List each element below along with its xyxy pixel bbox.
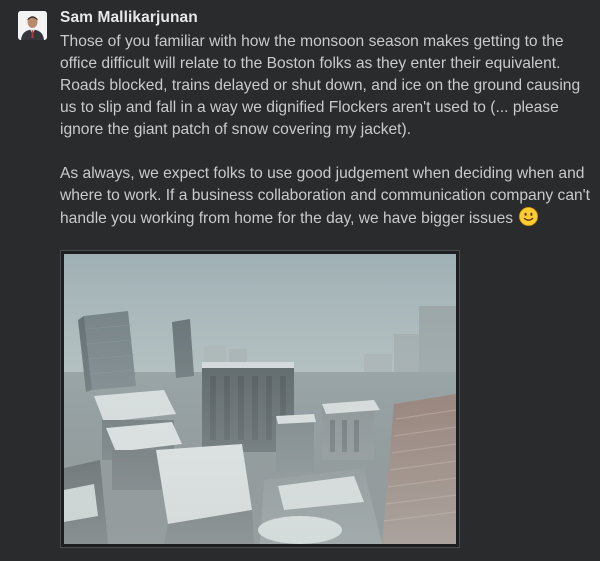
snowy-city-skyline-photo — [64, 254, 456, 544]
user-avatar-icon — [18, 11, 47, 40]
message-paragraph: As always, we expect folks to use good j… — [60, 163, 595, 230]
message-paragraph-text: As always, we expect folks to use good j… — [60, 165, 590, 227]
message-paragraph: Those of you familiar with how the monso… — [60, 33, 581, 138]
image-attachment[interactable] — [60, 250, 460, 548]
message-body: Those of you familiar with how the monso… — [60, 31, 595, 274]
chat-message: Sam Mallikarjunan Those of you familiar … — [0, 0, 600, 561]
avatar[interactable] — [18, 11, 47, 40]
message-author[interactable]: Sam Mallikarjunan — [60, 9, 198, 27]
slightly-smiling-face-icon — [519, 207, 539, 226]
